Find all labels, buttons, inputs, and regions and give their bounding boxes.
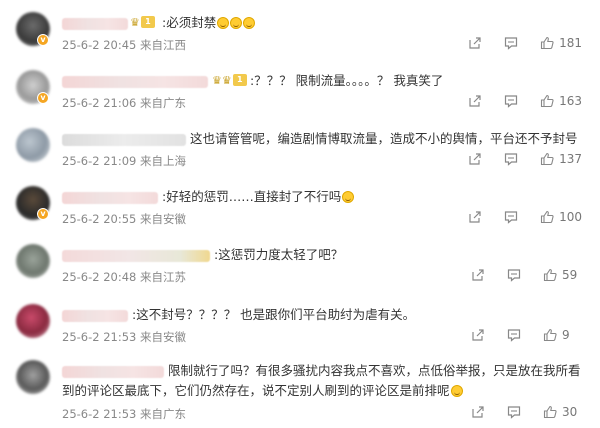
share-icon [469, 153, 481, 165]
comment-icon [507, 406, 521, 419]
thumbs-up-icon [541, 210, 554, 224]
comment-button[interactable] [504, 94, 518, 108]
comment-button[interactable] [507, 405, 521, 419]
like-count: 163 [559, 94, 582, 108]
thumbs-up-icon [543, 268, 557, 282]
comment-text: 这也请管管呢，编造剧情博取流量，造成不小的舆情，平台还不予封号 [190, 131, 578, 146]
comment-actions: 137 [446, 152, 582, 166]
share-button[interactable] [468, 94, 482, 108]
smile-emoji-icon [450, 385, 463, 397]
comment-button[interactable] [504, 36, 518, 50]
thumbs-up-icon [541, 36, 554, 50]
share-button[interactable] [468, 210, 482, 224]
comment-icon [504, 37, 518, 50]
username-blurred[interactable] [62, 18, 128, 30]
share-icon [472, 269, 484, 281]
like-count: 59 [562, 268, 578, 282]
like-count: 9 [562, 328, 570, 342]
avatar[interactable] [16, 304, 50, 338]
share-icon [472, 406, 484, 418]
comment-button[interactable] [507, 328, 521, 342]
comment-icon [504, 95, 518, 108]
thumbs-up-icon [543, 405, 557, 419]
comment-text: :必须封禁 [162, 13, 256, 33]
share-icon [469, 37, 481, 49]
comment-item: v ♛ 1 :必须封禁 25-6-2 20:45 来自江西 181 [0, 12, 600, 62]
like-button[interactable]: 100 [540, 210, 582, 224]
like-button[interactable]: 163 [540, 94, 582, 108]
comment-item: 这也请管管呢，编造剧情博取流量，造成不小的舆情，平台还不予封号 25-6-2 2… [0, 128, 600, 178]
smile-emoji-icon [217, 17, 230, 29]
comment-text: 限制就行了吗？有很多骚扰内容我点不喜欢，点低俗举报，只是放在我所看到的评论区最底… [62, 363, 581, 398]
smile-emoji-icon [230, 17, 243, 29]
like-count: 181 [559, 36, 582, 50]
thumbs-up-icon [541, 94, 554, 108]
username-blurred[interactable] [62, 134, 186, 146]
like-button[interactable]: 9 [543, 328, 582, 342]
thumbs-up-icon [541, 152, 554, 166]
like-count: 100 [559, 210, 582, 224]
share-icon [472, 329, 484, 341]
thumbs-up-icon [543, 328, 557, 342]
username-blurred[interactable] [62, 192, 158, 204]
like-button[interactable]: 59 [543, 268, 582, 282]
comment-icon [507, 269, 521, 282]
like-count: 30 [562, 405, 578, 419]
comment-meta: 25-6-2 20:45 来自江西 [62, 38, 187, 52]
comment-meta: 25-6-2 21:53 来自广东 [62, 407, 187, 421]
comment-actions: 100 [446, 210, 582, 224]
share-button[interactable] [471, 268, 485, 282]
comment-actions: 30 [449, 405, 582, 419]
avatar[interactable] [16, 244, 50, 278]
comment-icon [504, 211, 518, 224]
comment-actions: 163 [446, 94, 582, 108]
share-icon [469, 95, 481, 107]
comment-actions: 59 [449, 268, 582, 282]
verified-badge-icon: v [37, 208, 49, 220]
smile-emoji-icon [243, 17, 256, 29]
comment-item: v ♛♛ 1 :？？？ 限制流量。。。。？ 我真笑了 25-6-2 21:06 来… [0, 70, 600, 120]
comment-icon [507, 329, 521, 342]
share-icon [469, 211, 481, 223]
comment-item: 限制就行了吗？有很多骚扰内容我点不喜欢，点低俗举报，只是放在我所看到的评论区最底… [0, 360, 600, 426]
smile-emoji-icon [342, 191, 355, 203]
level-badge: 1 [140, 16, 155, 28]
comment-item: :这不封号？？？？ 也是跟你们平台助纣为虐有关。 25-6-2 21:53 来自… [0, 304, 600, 354]
comment-text: :？？？ 限制流量。。。。？ 我真笑了 [250, 73, 444, 88]
verified-badge-icon: v [37, 92, 49, 104]
comment-text: :这惩罚力度太轻了吧？ [214, 247, 344, 262]
comment-button[interactable] [504, 152, 518, 166]
username-blurred[interactable] [62, 310, 128, 322]
comment-actions: 181 [446, 36, 582, 50]
share-button[interactable] [471, 405, 485, 419]
comment-text: :好轻的惩罚……直接封了不行吗 [162, 187, 355, 207]
member-crown-icon: ♛ 1 [130, 15, 155, 29]
username-blurred[interactable] [62, 250, 210, 262]
share-button[interactable] [468, 152, 482, 166]
username-blurred[interactable] [62, 76, 208, 88]
comment-meta: 25-6-2 20:48 来自江苏 [62, 270, 187, 284]
like-button[interactable]: 137 [540, 152, 582, 166]
avatar[interactable] [16, 128, 50, 162]
comment-meta: 25-6-2 21:09 来自上海 [62, 154, 187, 168]
comment-item: v :好轻的惩罚……直接封了不行吗 25-6-2 20:55 来自安徽 100 [0, 186, 600, 236]
comment-text: :这不封号？？？？ 也是跟你们平台助纣为虐有关。 [132, 307, 416, 322]
comment-button[interactable] [507, 268, 521, 282]
like-button[interactable]: 181 [540, 36, 582, 50]
comment-actions: 9 [449, 328, 582, 342]
level-badge: 1 [232, 74, 247, 86]
comment-meta: 25-6-2 20:55 来自安徽 [62, 212, 187, 226]
share-button[interactable] [471, 328, 485, 342]
avatar[interactable] [16, 360, 50, 394]
comment-meta: 25-6-2 21:53 来自安徽 [62, 330, 187, 344]
comment-meta: 25-6-2 21:06 来自广东 [62, 96, 187, 110]
like-button[interactable]: 30 [543, 405, 582, 419]
comment-button[interactable] [504, 210, 518, 224]
like-count: 137 [559, 152, 582, 166]
comment-icon [504, 153, 518, 166]
member-crown-icon: ♛♛ 1 [212, 73, 247, 87]
comment-item: :这惩罚力度太轻了吧？ 25-6-2 20:48 来自江苏 59 [0, 244, 600, 294]
share-button[interactable] [468, 36, 482, 50]
verified-badge-icon: v [37, 34, 49, 46]
